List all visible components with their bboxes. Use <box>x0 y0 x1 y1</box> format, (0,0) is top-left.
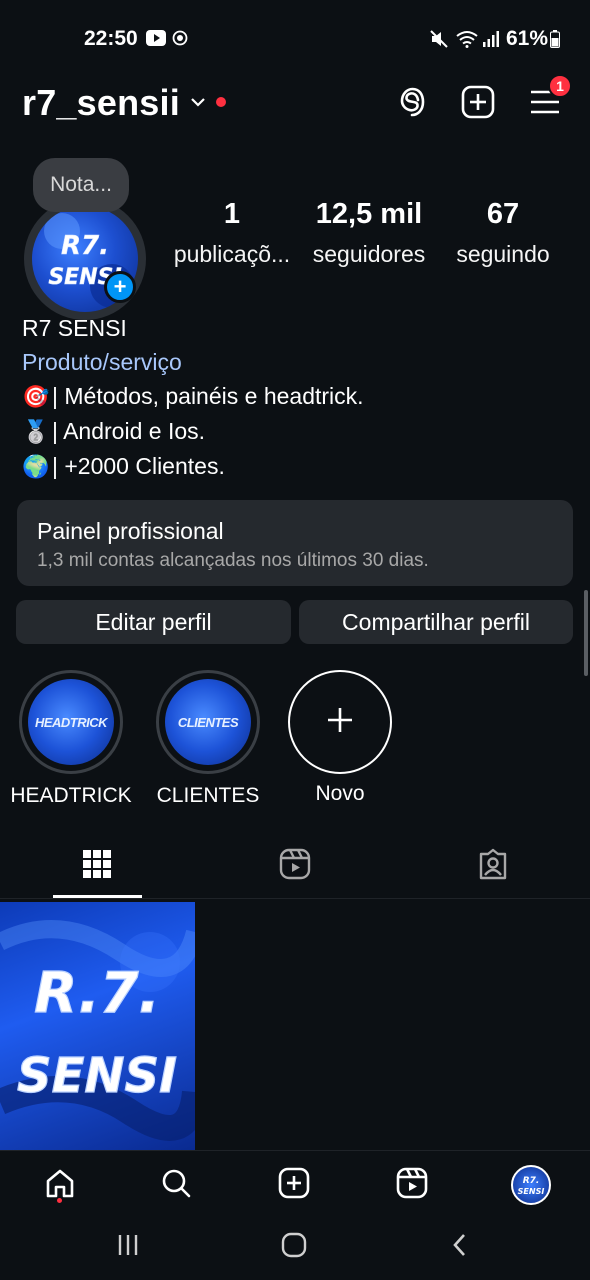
home-notification-dot <box>57 1198 62 1203</box>
recent-apps-button[interactable] <box>108 1230 148 1264</box>
post-thumbnail[interactable]: R.7. SENSI <box>0 902 195 1150</box>
bottom-navigation: R7. SENSI <box>0 1150 590 1216</box>
share-profile-button[interactable]: Compartilhar perfil <box>299 600 573 644</box>
nav-search[interactable] <box>156 1165 196 1205</box>
wifi-icon <box>456 30 478 48</box>
stat-followers-label: seguidores <box>312 241 426 267</box>
display-name: R7 SENSI <box>22 315 127 341</box>
bio-line: 🌍 | +2000 Clientes. <box>22 453 225 480</box>
grid-icon <box>82 849 112 884</box>
menu-notification-badge: 1 <box>548 74 572 98</box>
svg-text:R7.: R7. <box>61 231 109 261</box>
new-highlight-button[interactable]: Novo <box>288 670 392 806</box>
scrollbar[interactable] <box>584 590 588 676</box>
stat-following-label: seguindo <box>456 241 550 267</box>
divider <box>0 898 590 899</box>
stat-followers[interactable]: 12,5 mil seguidores <box>304 198 434 268</box>
svg-text:SENSI: SENSI <box>518 1187 545 1196</box>
target-icon: 🎯 <box>22 383 50 409</box>
post-text-line1: R.7. <box>34 961 160 1026</box>
tab-reels[interactable] <box>275 846 315 886</box>
svg-text:R7.: R7. <box>523 1176 540 1186</box>
tab-tagged[interactable] <box>473 846 513 886</box>
highlight-cover: CLIENTES <box>165 679 251 765</box>
bio-line: 🎯 | Métodos, painéis e headtrick. <box>22 383 364 410</box>
highlight-ring: CLIENTES <box>156 670 260 774</box>
back-button[interactable] <box>440 1230 480 1264</box>
chevron-left-icon <box>450 1232 470 1263</box>
status-bar: 22:50 61% <box>0 0 590 76</box>
edit-profile-button[interactable]: Editar perfil <box>16 600 291 644</box>
stat-posts-value: 1 <box>223 198 241 230</box>
reels-icon <box>396 1167 428 1204</box>
nav-profile[interactable]: R7. SENSI <box>511 1165 551 1205</box>
search-icon <box>160 1167 192 1204</box>
stat-following[interactable]: 67 seguindo <box>448 198 558 268</box>
chevron-down-icon[interactable] <box>190 95 206 113</box>
stat-posts[interactable]: 1 publicaçõ... <box>168 198 296 268</box>
plus-square-icon <box>278 1167 310 1204</box>
stat-followers-value: 12,5 mil <box>315 198 423 230</box>
stat-posts-label: publicaçõ... <box>173 241 291 267</box>
create-button[interactable] <box>458 84 498 124</box>
record-icon <box>172 30 188 48</box>
home-circle-icon <box>281 1232 307 1263</box>
reels-icon <box>279 848 311 885</box>
globe-icon: 🌍 <box>22 453 50 479</box>
bio-text: | Android e Ios. <box>52 418 206 444</box>
note-bubble[interactable]: Nota... <box>33 158 129 212</box>
threads-button[interactable] <box>392 84 432 124</box>
bio-text: | +2000 Clientes. <box>52 453 225 479</box>
home-system-button[interactable] <box>274 1230 314 1264</box>
highlight-label: CLIENTES <box>156 784 260 807</box>
system-navigation <box>0 1216 590 1280</box>
youtube-icon <box>146 30 166 48</box>
unread-dot <box>216 97 226 107</box>
recent-apps-icon <box>116 1233 140 1262</box>
dashboard-subtitle: 1,3 mil contas alcançadas nos últimos 30… <box>37 550 429 571</box>
plus-icon: + <box>113 274 127 299</box>
stat-following-value: 67 <box>486 198 520 230</box>
avatar: R7. SENSI <box>511 1165 551 1205</box>
username-text: r7_sensii <box>22 82 180 123</box>
highlight-headtrick[interactable]: HEADTRICK HEADTRICK <box>10 670 132 808</box>
highlight-label: HEADTRICK <box>10 784 132 807</box>
highlight-label: Novo <box>315 782 365 805</box>
profile-category[interactable]: Produto/serviço <box>22 349 182 376</box>
plus-square-icon <box>461 85 495 124</box>
highlight-ring: HEADTRICK <box>19 670 123 774</box>
medal-icon: 🥈 <box>22 418 50 444</box>
bio-line: 🥈 | Android e Ios. <box>22 418 205 445</box>
tab-grid[interactable] <box>77 846 117 886</box>
status-time: 22:50 <box>84 27 138 50</box>
profile-avatar[interactable]: R7. SENSI <box>24 198 146 320</box>
post-text-line2: SENSI <box>17 1048 177 1104</box>
highlight-cover: HEADTRICK <box>28 679 114 765</box>
profile-username-switcher[interactable]: r7_sensii <box>22 82 180 124</box>
dashboard-title: Painel profissional <box>37 518 224 544</box>
note-text: Nota... <box>50 173 112 196</box>
plus-icon <box>325 705 355 740</box>
signal-icon <box>482 30 500 48</box>
professional-dashboard[interactable]: Painel profissional 1,3 mil contas alcan… <box>17 500 573 586</box>
battery-percentage: 61% <box>505 27 548 50</box>
threads-icon <box>396 85 428 124</box>
new-highlight-circle <box>288 670 392 774</box>
battery-icon <box>550 30 560 48</box>
tagged-person-icon <box>477 848 509 885</box>
highlight-clientes[interactable]: CLIENTES CLIENTES <box>150 670 266 808</box>
add-story-button[interactable]: + <box>104 271 136 303</box>
nav-create[interactable] <box>274 1165 314 1205</box>
nav-reels[interactable] <box>392 1165 432 1205</box>
bio-text: | Métodos, painéis e headtrick. <box>52 383 364 409</box>
mute-icon <box>430 30 450 48</box>
